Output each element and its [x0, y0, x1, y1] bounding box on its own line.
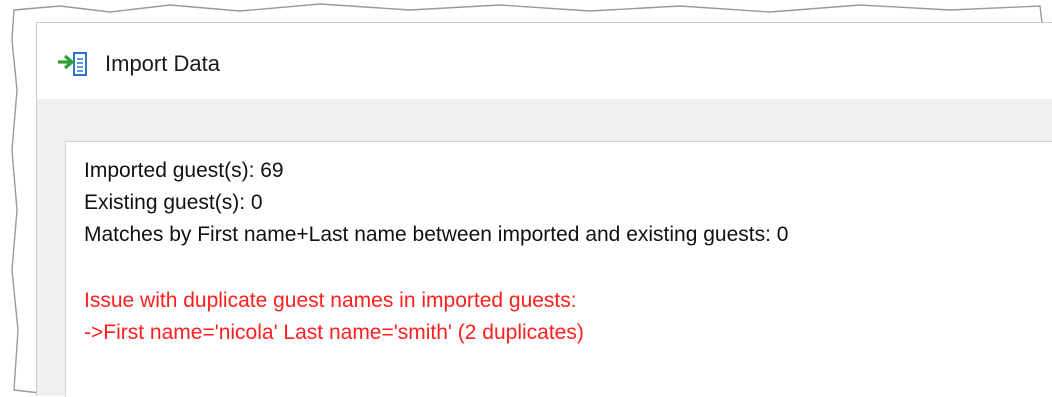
duplicate-issue-item: ->First name='nicola' Last name='smith' … [84, 321, 584, 344]
imported-count-text: Imported guest(s): 69 [84, 159, 284, 182]
existing-count-text: Existing guest(s): 0 [84, 191, 263, 214]
import-data-icon [57, 51, 89, 77]
import-data-window: Import Data Imported guest(s): 69 Existi… [36, 22, 1052, 397]
window-title: Import Data [105, 51, 220, 76]
duplicate-issue-heading: Issue with duplicate guest names in impo… [84, 289, 577, 312]
title-bar: Import Data [37, 23, 1052, 99]
matches-count-text: Matches by First name+Last name between … [84, 223, 789, 246]
import-summary-panel: Imported guest(s): 69 Existing guest(s):… [65, 141, 1052, 397]
